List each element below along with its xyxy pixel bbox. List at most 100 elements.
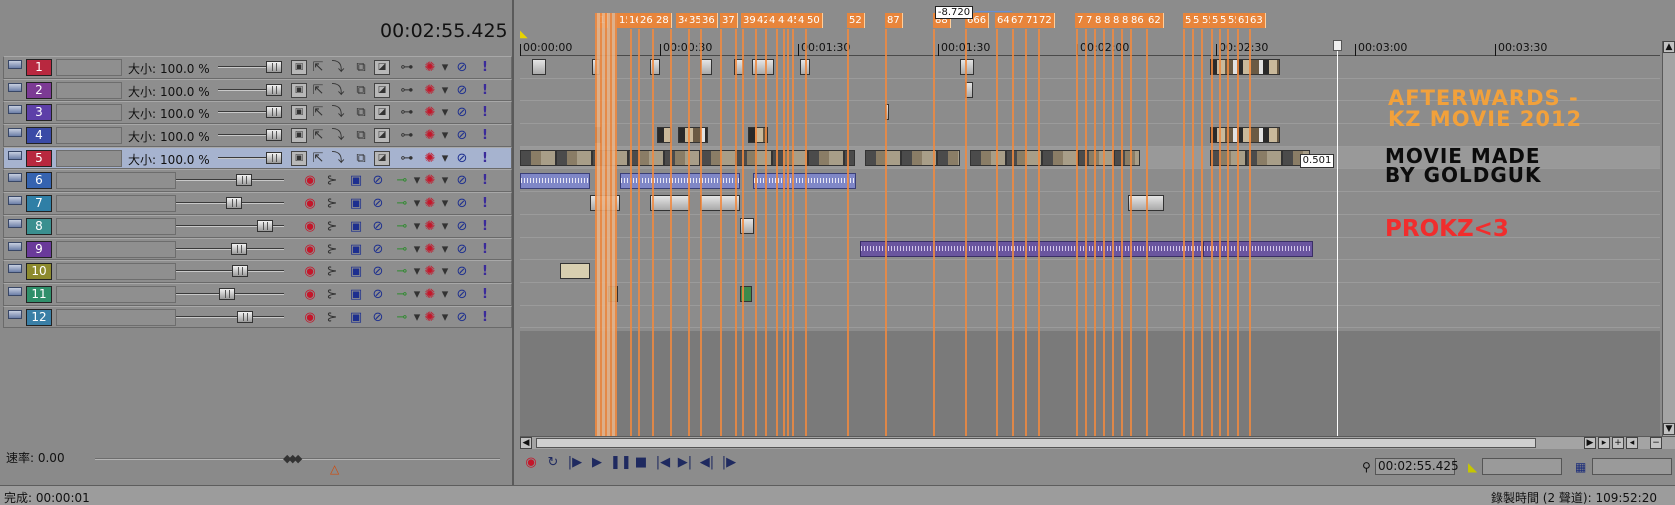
mask-icon[interactable]: ◪ xyxy=(374,105,390,121)
track-number[interactable]: 5 xyxy=(26,149,52,167)
solo-icon[interactable]: ! xyxy=(477,105,493,120)
timeline-marker[interactable]: 62 xyxy=(1146,13,1164,28)
settings-gear-icon[interactable]: ✺ xyxy=(422,310,438,325)
mask-icon[interactable]: ◪ xyxy=(374,60,390,75)
mute-icon[interactable]: ⊘ xyxy=(454,105,470,120)
media-clip[interactable] xyxy=(657,127,671,144)
selection-start-field[interactable] xyxy=(1482,458,1562,475)
dropdown-icon[interactable]: ▾ xyxy=(437,287,453,302)
stop-icon[interactable]: ■ xyxy=(632,454,650,472)
speed-slider-knob[interactable]: ◆◆◆ xyxy=(283,452,302,465)
zoom-out-icon[interactable]: − xyxy=(1650,437,1662,449)
video-track-header[interactable]: 2 大小: 100.0 % ▣ ⇱ ⤵ ⧉ ◪ ⊶ ✺ ▾ ⊘! xyxy=(3,78,512,102)
mute-icon[interactable]: ⊘ xyxy=(454,151,470,166)
solo-icon[interactable]: ! xyxy=(477,264,493,279)
fx-icon[interactable]: ⊘ xyxy=(370,310,386,325)
zoom-in-icon[interactable]: + xyxy=(1612,437,1624,449)
invert-phase-icon[interactable]: ⊱ xyxy=(324,287,340,302)
collapse-icon[interactable] xyxy=(8,196,22,206)
empty-track-space[interactable] xyxy=(520,331,1660,436)
timeline-marker[interactable]: 28 xyxy=(654,13,672,28)
loop-start-icon[interactable]: ◣ xyxy=(520,29,528,40)
dropdown-icon[interactable]: ▾ xyxy=(437,60,453,75)
track-lane[interactable] xyxy=(520,306,1660,329)
fx-icon[interactable]: ⊘ xyxy=(370,287,386,302)
dropdown-icon[interactable]: ▾ xyxy=(437,151,453,166)
size-slider-knob[interactable] xyxy=(266,129,282,142)
solo-icon[interactable]: ! xyxy=(477,151,493,166)
track-number[interactable]: 2 xyxy=(26,81,52,99)
automation-icon[interactable]: ▣ xyxy=(348,173,364,188)
collapse-icon[interactable] xyxy=(8,82,22,92)
invert-phase-icon[interactable]: ⊱ xyxy=(324,173,340,188)
motion-icon[interactable]: ⇱ xyxy=(310,151,326,166)
size-slider-knob[interactable] xyxy=(266,151,282,164)
solo-icon[interactable]: ! xyxy=(477,128,493,143)
scroll-right-icon[interactable]: ▶ xyxy=(1584,437,1596,449)
volume-slider[interactable] xyxy=(176,179,284,182)
track-number[interactable]: 7 xyxy=(26,195,52,213)
bypass-icon[interactable]: ⊶ xyxy=(399,60,415,75)
solo-icon[interactable]: ! xyxy=(477,60,493,75)
size-slider-knob[interactable] xyxy=(266,106,282,119)
scroll-up-icon[interactable]: ▲ xyxy=(1663,41,1675,53)
mute-icon[interactable]: ⊘ xyxy=(454,219,470,234)
settings-gear-icon[interactable]: ✺ xyxy=(422,219,438,234)
settings-gear-icon[interactable]: ✺ xyxy=(422,105,438,120)
go-to-start-icon[interactable]: |◀ xyxy=(654,454,672,472)
track-lane[interactable] xyxy=(520,260,1660,283)
mask-icon[interactable]: ◪ xyxy=(374,82,390,98)
motion-icon[interactable]: ⇱ xyxy=(310,83,326,98)
timeline-marker[interactable]: 36 xyxy=(700,13,718,28)
solo-icon[interactable]: ! xyxy=(477,83,493,98)
fx-icon[interactable]: ▣ xyxy=(291,82,307,98)
track-name-field[interactable] xyxy=(56,217,176,235)
routing-icon[interactable]: ⊸ xyxy=(394,219,410,234)
settings-gear-icon[interactable]: ✺ xyxy=(422,242,438,257)
automation-icon[interactable]: ▣ xyxy=(348,219,364,234)
mute-icon[interactable]: ⊘ xyxy=(454,83,470,98)
volume-slider-knob[interactable] xyxy=(237,310,253,323)
compositing-icon[interactable]: ⧉ xyxy=(353,151,369,166)
track-number[interactable]: 11 xyxy=(26,285,52,303)
timeline-marker[interactable]: 52 xyxy=(847,13,865,28)
collapse-icon[interactable] xyxy=(8,105,22,115)
collapse-icon[interactable] xyxy=(8,150,22,160)
track-number[interactable]: 10 xyxy=(26,263,52,281)
arm-record-icon[interactable]: ◉ xyxy=(302,264,318,279)
mute-icon[interactable]: ⊘ xyxy=(454,128,470,143)
volume-slider-knob[interactable] xyxy=(257,219,273,232)
motion-icon[interactable]: ⇱ xyxy=(310,128,326,143)
routing-icon[interactable]: ⊸ xyxy=(394,264,410,279)
track-name-field[interactable] xyxy=(56,195,176,213)
fx-icon[interactable]: ▣ xyxy=(291,150,307,166)
timeline-marker[interactable]: 86 xyxy=(1129,13,1147,28)
next-frame-icon[interactable]: |▶ xyxy=(720,454,738,472)
mask-icon[interactable]: ◪ xyxy=(374,128,390,144)
invert-phase-icon[interactable]: ⊱ xyxy=(324,242,340,257)
compositing-icon[interactable]: ⧉ xyxy=(353,105,369,120)
collapse-icon[interactable] xyxy=(8,286,22,296)
volume-slider[interactable] xyxy=(176,315,284,318)
routing-icon[interactable]: ⊸ xyxy=(394,242,410,257)
track-name-field[interactable] xyxy=(56,308,176,326)
media-clip[interactable] xyxy=(560,263,590,280)
dropdown-icon[interactable]: ▾ xyxy=(437,219,453,234)
volume-slider[interactable] xyxy=(176,270,284,273)
settings-gear-icon[interactable]: ✺ xyxy=(422,60,438,75)
collapse-icon[interactable] xyxy=(8,264,22,274)
horizontal-scroll-thumb[interactable] xyxy=(536,438,1536,448)
fx-icon[interactable]: ▣ xyxy=(291,60,307,75)
fx-icon[interactable]: ▣ xyxy=(291,128,307,144)
solo-icon[interactable]: ! xyxy=(477,196,493,211)
arm-record-icon[interactable]: ◉ xyxy=(302,310,318,325)
compositing-icon[interactable]: ⧉ xyxy=(353,128,369,143)
collapse-icon[interactable] xyxy=(8,241,22,251)
time-ruler[interactable]: 00:00:0000:00:3000:01:3000:01:3000:02:00… xyxy=(520,41,1660,56)
settings-gear-icon[interactable]: ✺ xyxy=(422,128,438,143)
timeline-marker[interactable]: 50 xyxy=(805,13,823,28)
parent-icon[interactable]: ⤵ xyxy=(330,83,346,98)
scroll-left-icon[interactable]: ◀ xyxy=(520,437,532,449)
automation-icon[interactable]: ▣ xyxy=(348,242,364,257)
track-lane[interactable] xyxy=(520,192,1660,215)
